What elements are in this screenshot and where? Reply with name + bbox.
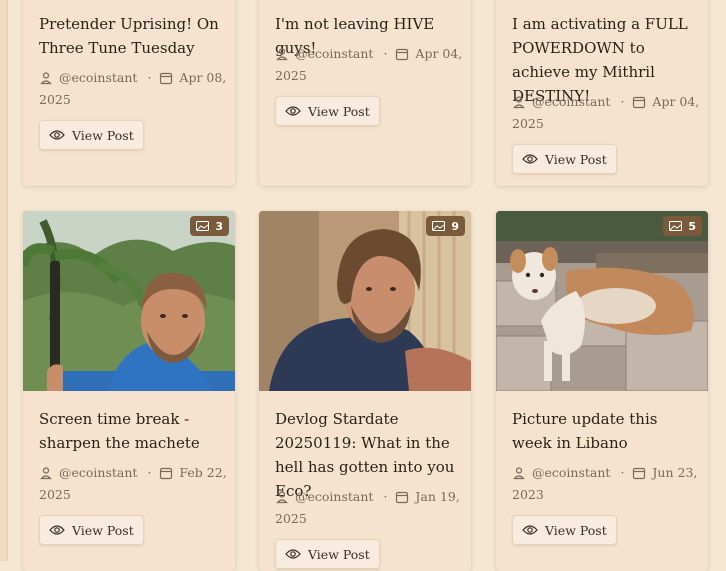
calendar-icon [632, 95, 646, 109]
post-date: Jan 19, [415, 489, 460, 504]
post-year: 2025 [275, 68, 307, 83]
post-meta: @ecoinstant · Jun 23, 2023 [512, 462, 700, 506]
view-post-button[interactable]: View Post [512, 144, 617, 174]
post-card[interactable]: I'm not leaving HIVE guys! @ecoinstant ·… [259, 0, 471, 186]
image-count-badge: 5 [663, 216, 702, 236]
image-count: 5 [688, 219, 696, 233]
meta-separator: · [620, 94, 625, 109]
post-card[interactable]: 5 Picture update this week in Libano @ec… [496, 211, 708, 571]
post-meta: @ecoinstant · Apr 04, 2025 [512, 91, 700, 135]
meta-separator: · [620, 465, 625, 480]
post-author[interactable]: @ecoinstant [59, 67, 137, 89]
image-count: 3 [215, 219, 223, 233]
view-post-label: View Post [308, 546, 370, 562]
post-date: Feb 22, [179, 465, 227, 480]
post-title[interactable]: Pretender Uprising! On Three Tune Tuesda… [39, 12, 227, 60]
user-icon [275, 47, 289, 61]
calendar-icon [395, 490, 409, 504]
user-icon [39, 71, 53, 85]
eye-icon [285, 105, 301, 117]
post-meta: @ecoinstant · Jan 19, 2025 [275, 486, 463, 530]
post-year: 2025 [512, 116, 544, 131]
view-post-button[interactable]: View Post [512, 515, 617, 545]
post-date: Apr 08, [179, 70, 227, 85]
view-post-button[interactable]: View Post [39, 515, 144, 545]
post-thumbnail[interactable]: 9 [259, 211, 471, 391]
post-card[interactable]: 9 Devlog Stardate 20250119: What in the … [259, 211, 471, 571]
post-meta: @ecoinstant · Apr 04, 2025 [275, 43, 463, 87]
post-year: 2025 [275, 511, 307, 526]
image-count: 9 [451, 219, 459, 233]
post-thumbnail[interactable]: 3 [23, 211, 235, 391]
view-post-label: View Post [545, 151, 607, 167]
view-post-label: View Post [545, 522, 607, 538]
view-post-label: View Post [72, 127, 134, 143]
user-icon [512, 95, 526, 109]
eye-icon [522, 153, 538, 165]
post-author[interactable]: @ecoinstant [59, 462, 137, 484]
view-post-button[interactable]: View Post [39, 120, 144, 150]
post-title[interactable]: Screen time break - sharpen the machete [39, 407, 227, 455]
meta-separator: · [147, 70, 152, 85]
page-edge [0, 0, 8, 561]
post-date: Apr 04, [652, 94, 700, 109]
post-date: Jun 23, [652, 465, 698, 480]
user-icon [39, 466, 53, 480]
post-author[interactable]: @ecoinstant [295, 43, 373, 65]
calendar-icon [395, 47, 409, 61]
meta-separator: · [383, 46, 388, 61]
post-year: 2025 [39, 487, 71, 502]
post-card[interactable]: I am activating a FULL POWERDOWN to achi… [496, 0, 708, 186]
view-post-label: View Post [72, 522, 134, 538]
view-post-button[interactable]: View Post [275, 539, 380, 569]
meta-separator: · [383, 489, 388, 504]
images-icon [432, 221, 446, 231]
calendar-icon [159, 71, 173, 85]
post-thumbnail[interactable]: 5 [496, 211, 708, 391]
post-author[interactable]: @ecoinstant [532, 462, 610, 484]
calendar-icon [159, 466, 173, 480]
meta-separator: · [147, 465, 152, 480]
images-icon [196, 221, 210, 231]
post-meta: @ecoinstant · Apr 08, 2025 [39, 67, 227, 111]
post-card[interactable]: 3 Screen time break - sharpen the machet… [23, 211, 235, 571]
image-count-badge: 9 [426, 216, 465, 236]
view-post-button[interactable]: View Post [275, 96, 380, 126]
eye-icon [49, 524, 65, 536]
user-icon [512, 466, 526, 480]
post-card[interactable]: Pretender Uprising! On Three Tune Tuesda… [23, 0, 235, 186]
eye-icon [285, 548, 301, 560]
post-year: 2025 [39, 92, 71, 107]
images-icon [669, 221, 683, 231]
post-date: Apr 04, [415, 46, 463, 61]
calendar-icon [632, 466, 646, 480]
user-icon [275, 490, 289, 504]
post-title[interactable]: Picture update this week in Libano [512, 407, 700, 455]
eye-icon [522, 524, 538, 536]
post-meta: @ecoinstant · Feb 22, 2025 [39, 462, 227, 506]
image-count-badge: 3 [190, 216, 229, 236]
eye-icon [49, 129, 65, 141]
view-post-label: View Post [308, 103, 370, 119]
post-author[interactable]: @ecoinstant [532, 91, 610, 113]
post-year: 2023 [512, 487, 544, 502]
post-author[interactable]: @ecoinstant [295, 486, 373, 508]
